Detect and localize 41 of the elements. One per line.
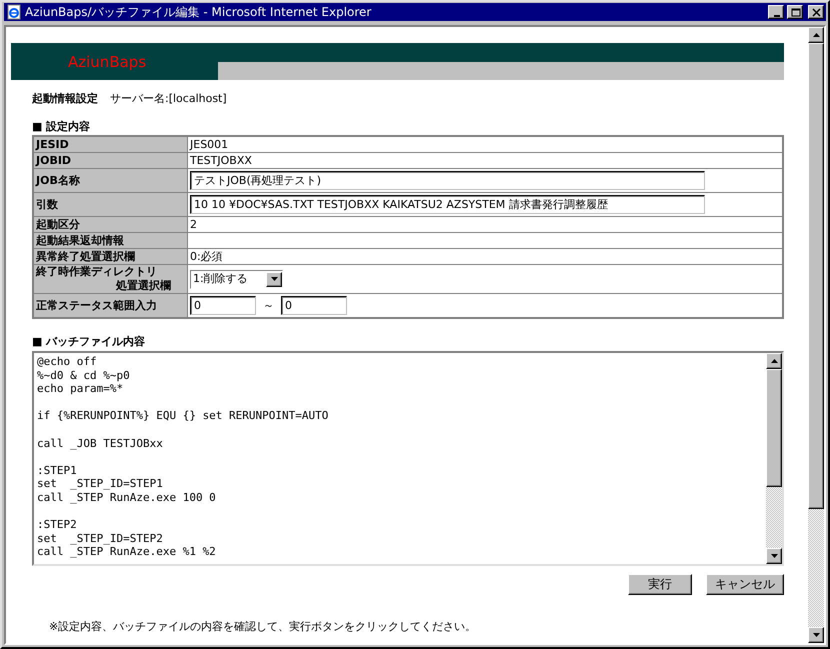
- field-label: 正常ステータス範囲入力: [33, 294, 188, 318]
- section-title: ■ バッチファイル内容: [32, 334, 146, 349]
- field-label: 引数: [33, 192, 188, 216]
- close-icon[interactable]: [808, 5, 824, 19]
- page-scrollbar[interactable]: [808, 27, 824, 643]
- field-label: 異常終了処置選択欄: [33, 248, 188, 264]
- scroll-down-icon[interactable]: [766, 548, 782, 564]
- input-field[interactable]: 0: [190, 296, 256, 315]
- run-button[interactable]: 実行: [628, 574, 692, 595]
- field-label: 処置選択欄: [114, 279, 172, 293]
- app-logo: AziunBaps: [68, 53, 148, 73]
- field-value: TESTJOBXX: [190, 154, 252, 166]
- editor-scrollbar[interactable]: [766, 353, 782, 564]
- page-heading: 起動情報設定: [32, 91, 98, 106]
- field-label: 終了時作業ディレクトリ: [36, 265, 158, 279]
- scroll-down-icon[interactable]: [808, 627, 824, 643]
- field-value: 2: [190, 218, 197, 230]
- browser-icon: [6, 4, 22, 20]
- scroll-thumb[interactable]: [766, 369, 782, 487]
- range-separator: ～: [263, 298, 274, 312]
- field-value: 0:必須: [190, 250, 223, 262]
- scroll-up-icon[interactable]: [808, 27, 824, 43]
- dropdown[interactable]: 1:削除する: [190, 270, 283, 288]
- section-title: ■ 設定内容: [32, 119, 92, 134]
- input-field[interactable]: テストJOB(再処理テスト): [190, 171, 705, 190]
- cancel-button[interactable]: キャンセル: [706, 574, 784, 595]
- scroll-up-icon[interactable]: [766, 353, 782, 369]
- field-value: JES001: [190, 138, 228, 150]
- instruction-note: ※設定内容、バッチファイルの内容を確認して、実行ボタンをクリックしてください。: [49, 619, 478, 634]
- input-field[interactable]: 10 10 ¥DOC¥SAS.TXT TESTJOBXX KAIKATSU2 AZSYSTEM 請求書発行調整履歴: [190, 195, 705, 214]
- field-label: JOBID: [33, 152, 188, 168]
- window-title: AziunBaps/バッチファイル編集 - Microsoft Internet Explorer: [25, 4, 372, 20]
- scroll-thumb[interactable]: [808, 43, 824, 509]
- field-label: JOB名称: [33, 168, 188, 192]
- field-label: JESID: [33, 136, 188, 152]
- input-field[interactable]: 0: [281, 296, 347, 315]
- field-label: 起動区分: [33, 216, 188, 232]
- field-label: 起動結果返却情報: [33, 232, 188, 248]
- server-name: サーバー名:[localhost]: [110, 91, 227, 106]
- maximize-icon[interactable]: [787, 5, 803, 19]
- minimize-icon[interactable]: [768, 5, 784, 19]
